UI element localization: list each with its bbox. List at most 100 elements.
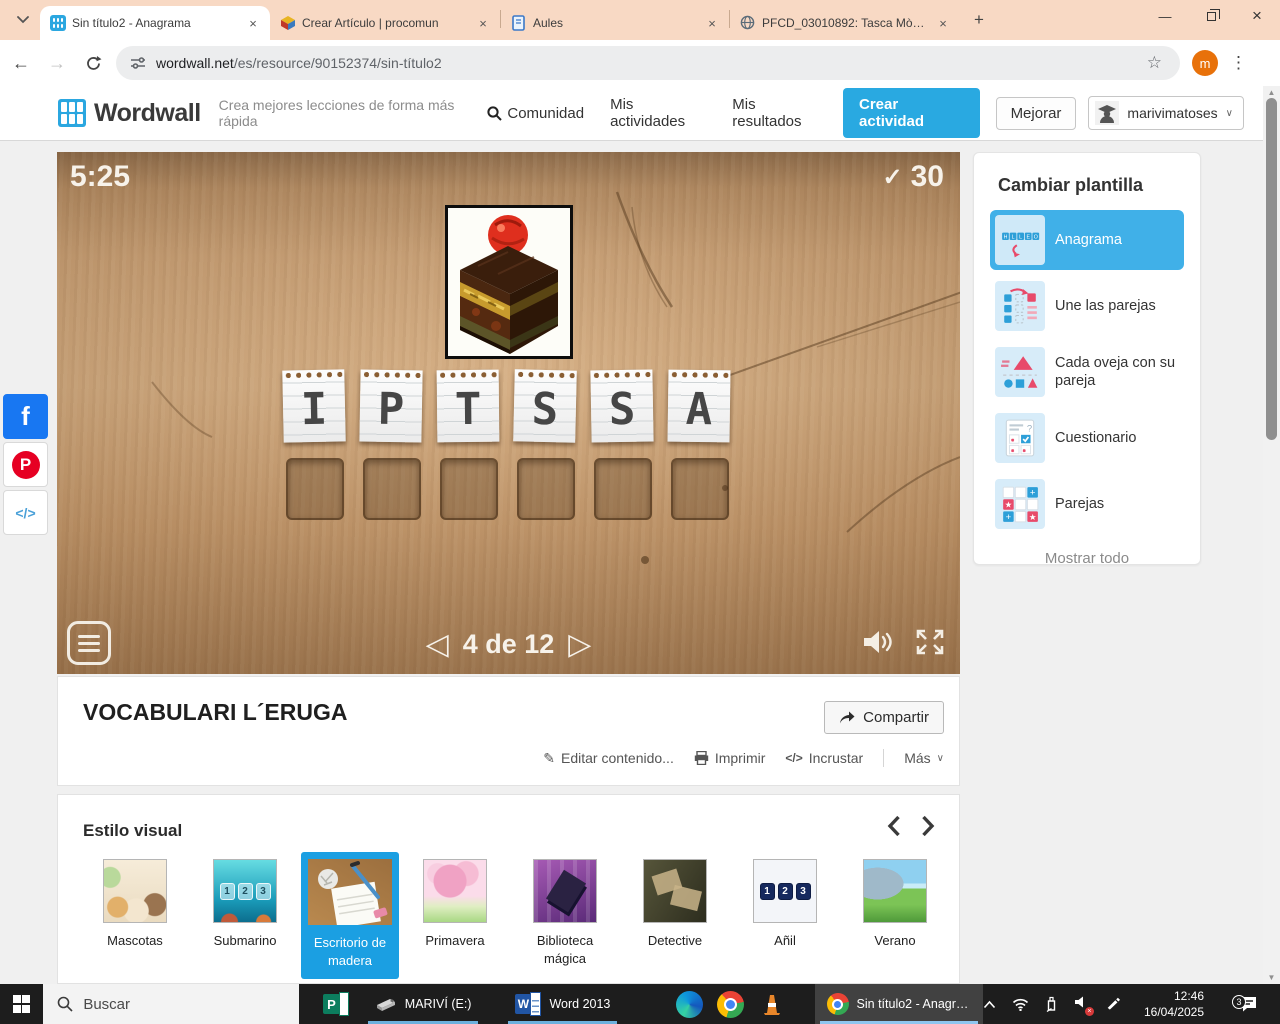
fullscreen-button[interactable] (914, 627, 946, 662)
template-item-cada-oveja[interactable]: Cada oveja con su pareja (990, 342, 1184, 402)
letter-tile[interactable]: A (668, 370, 731, 443)
edit-content-link[interactable]: ✎ Editar contenido... (543, 750, 674, 767)
pinterest-share-button[interactable]: P (3, 442, 48, 487)
game-timer: 5:25 (70, 160, 130, 194)
nav-mis-actividades[interactable]: Mis actividades (610, 96, 706, 130)
taskbar-search-box[interactable]: Buscar (43, 984, 299, 1024)
scroll-down-arrow[interactable]: ▼ (1263, 973, 1280, 982)
theme-mascotas[interactable]: Mascotas (86, 859, 184, 950)
facebook-share-button[interactable]: f (3, 394, 48, 439)
close-window-button[interactable]: × (1234, 0, 1280, 32)
answer-slot[interactable] (517, 458, 575, 520)
carousel-next-icon[interactable] (921, 815, 935, 837)
theme-primavera[interactable]: Primavera (406, 859, 504, 950)
anagram-game-canvas[interactable]: 5:25 ✓ 30 I P T S S (57, 152, 960, 674)
start-button[interactable] (0, 984, 43, 1024)
carousel-prev-icon[interactable] (887, 815, 901, 837)
taskbar-edge-button[interactable] (668, 984, 710, 1024)
pen-tray-icon[interactable] (1106, 996, 1122, 1012)
tab-aules[interactable]: Aules × (501, 6, 729, 40)
style-carousel-controls (887, 815, 935, 837)
wordwall-logo[interactable]: Wordwall (58, 99, 201, 128)
tab-search-button[interactable] (8, 6, 38, 34)
embed-share-button[interactable]: </> (3, 490, 48, 535)
wifi-icon[interactable] (1012, 998, 1029, 1011)
biblioteca-thumbnail (533, 859, 597, 923)
user-menu[interactable]: marivimatoses ∨ (1088, 96, 1244, 130)
next-question-button[interactable]: ▷ (568, 627, 591, 662)
svg-text:+: + (1030, 488, 1036, 499)
taskbar-chrome-button[interactable] (710, 984, 752, 1024)
scroll-up-arrow[interactable]: ▲ (1263, 88, 1280, 97)
tab-sin-titulo2[interactable]: Sin título2 - Anagrama × (40, 6, 270, 40)
forward-button[interactable]: → (42, 48, 72, 78)
tab-close-icon[interactable]: × (934, 14, 952, 32)
upgrade-button[interactable]: Mejorar (996, 97, 1077, 130)
answer-slot[interactable] (440, 458, 498, 520)
page-scrollbar[interactable]: ▲ ▼ (1263, 86, 1280, 984)
print-link[interactable]: Imprimir (694, 750, 766, 766)
restore-button[interactable] (1188, 0, 1234, 32)
embed-link[interactable]: </> Incrustar (785, 750, 863, 766)
taskbar-word-window[interactable]: W Word 2013 (503, 984, 622, 1024)
template-item-cuestionario[interactable]: ? Cuestionario (990, 408, 1184, 468)
new-tab-button[interactable]: + (966, 7, 992, 33)
answer-slot[interactable] (286, 458, 344, 520)
tab-pfcd[interactable]: PFCD_03010892: Tasca Mòdul A × (730, 6, 960, 40)
action-center-button[interactable]: 3 (1226, 995, 1270, 1013)
usb-tray-icon[interactable] (1045, 996, 1058, 1012)
svg-text:+: + (1006, 512, 1012, 523)
sound-button[interactable] (862, 627, 896, 662)
letter-tile[interactable]: I (282, 369, 345, 442)
letter-tile[interactable]: S (590, 369, 653, 442)
create-activity-button[interactable]: Crear actividad (843, 88, 980, 138)
answer-slot[interactable] (594, 458, 652, 520)
browser-menu-icon[interactable]: ⋮ (1230, 53, 1247, 73)
theme-list: Mascotas 123 Submarino Escritorio de (86, 859, 944, 979)
site-info-icon[interactable] (130, 56, 146, 70)
theme-submarino[interactable]: 123 Submarino (196, 859, 294, 950)
nav-comunidad[interactable]: Comunidad (487, 105, 584, 122)
more-menu[interactable]: Más ∨ (904, 750, 944, 766)
tab-procomun[interactable]: Crear Artículo | procomun × (270, 6, 500, 40)
answer-slot[interactable] (671, 458, 729, 520)
tray-chevron-up-icon[interactable] (983, 1000, 996, 1009)
taskbar-active-chrome-window[interactable]: Sin título2 - Anagra... (815, 984, 983, 1024)
usb-drive-icon (375, 996, 397, 1012)
theme-anil[interactable]: 123 Añil (736, 859, 834, 950)
previous-question-button[interactable]: ◁ (426, 627, 449, 662)
template-item-anagrama[interactable]: HLLEO Anagrama (990, 210, 1184, 270)
minimize-button[interactable]: — (1142, 0, 1188, 32)
taskbar-vlc-button[interactable] (751, 984, 793, 1024)
wordwall-favicon (50, 15, 66, 31)
show-all-templates-link[interactable]: Mostrar todo (990, 550, 1184, 567)
bookmark-star-icon[interactable]: ☆ (1147, 53, 1162, 73)
theme-verano[interactable]: Verano (846, 859, 944, 950)
tab-close-icon[interactable]: × (474, 14, 492, 32)
mascotas-thumbnail (103, 859, 167, 923)
back-button[interactable]: ← (6, 48, 36, 78)
letter-tile[interactable]: S (513, 369, 577, 442)
taskbar-explorer-window[interactable]: MARIVÍ (E:) (363, 984, 484, 1024)
url-field[interactable]: wordwall.net/es/resource/90152374/sin-tí… (116, 46, 1180, 80)
answer-slot[interactable] (363, 458, 421, 520)
nav-mis-resultados[interactable]: Mis resultados (732, 96, 823, 130)
share-button[interactable]: Compartir (824, 701, 944, 734)
browser-profile-avatar[interactable]: m (1192, 50, 1218, 76)
template-item-une-las-parejas[interactable]: Une las parejas (990, 276, 1184, 336)
tab-close-icon[interactable]: × (244, 14, 262, 32)
taskbar-clock[interactable]: 12:46 16/04/2025 (1138, 988, 1210, 1020)
scrollbar-thumb[interactable] (1266, 98, 1277, 440)
theme-biblioteca[interactable]: Biblioteca mágica (516, 859, 614, 967)
letter-tile[interactable]: P (359, 369, 422, 442)
letter-tiles: I P T S S A (283, 370, 730, 442)
volume-muted-icon[interactable]: × (1074, 995, 1090, 1014)
template-item-parejas[interactable]: + ★ + ★ Parejas (990, 474, 1184, 534)
theme-escritorio-de-madera[interactable]: Escritorio de madera (301, 852, 399, 979)
taskbar-publisher-button[interactable]: P (315, 984, 357, 1024)
theme-detective[interactable]: Detective (626, 859, 724, 950)
tab-close-icon[interactable]: × (703, 14, 721, 32)
reload-button[interactable] (78, 48, 108, 78)
share-arrow-icon (839, 711, 855, 725)
letter-tile[interactable]: T (437, 370, 500, 443)
